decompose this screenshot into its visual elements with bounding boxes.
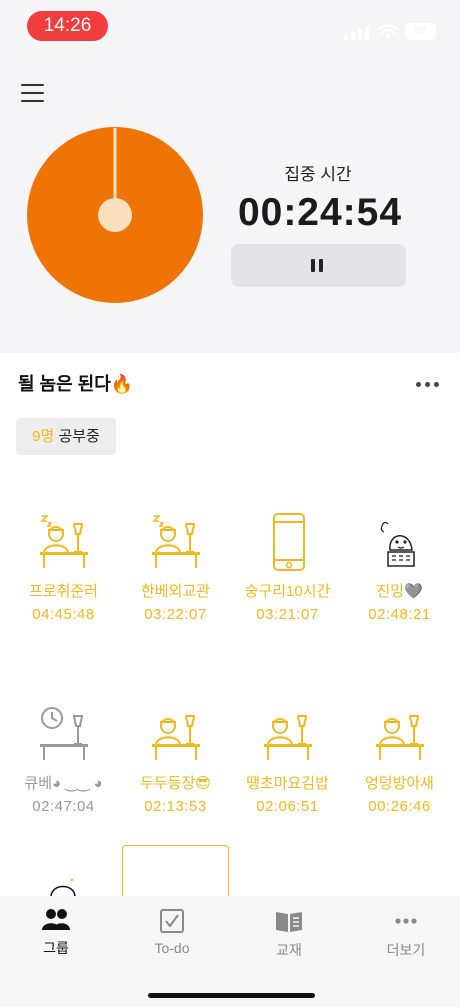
hamburger-menu-icon[interactable] bbox=[21, 84, 44, 102]
pause-button[interactable] bbox=[231, 244, 406, 287]
group-title: 될 놈은 된다🔥 bbox=[18, 374, 134, 394]
focus-time-label: 집중 시간 bbox=[284, 165, 352, 184]
member-card[interactable]: 땡초마요김밥 02:06:51 bbox=[230, 704, 345, 815]
cellular-signal-icon bbox=[344, 26, 370, 40]
tab-todo[interactable]: To-do bbox=[127, 908, 217, 956]
member-study-time: 04:45:48 bbox=[32, 606, 95, 623]
clock-desk-icon bbox=[6, 704, 121, 764]
tab-label: To-do bbox=[154, 940, 190, 956]
studying-desk-icon bbox=[118, 704, 233, 764]
battery-indicator: 57 bbox=[405, 23, 436, 40]
studying-desk-icon bbox=[342, 704, 457, 764]
focus-time-value: 00:24:54 bbox=[237, 191, 403, 234]
group-options-icon[interactable] bbox=[414, 380, 442, 390]
phone-icon bbox=[230, 512, 345, 572]
member-name: 프로취준러 bbox=[28, 583, 98, 600]
tab-label: 그룹 bbox=[43, 940, 69, 956]
timer-pie bbox=[27, 127, 203, 303]
tab-label: 교재 bbox=[276, 942, 302, 958]
book-icon bbox=[276, 912, 302, 932]
member-name: 진밍🩶 bbox=[376, 583, 423, 600]
tab-textbook[interactable]: 교재 bbox=[244, 908, 334, 960]
checkbox-icon bbox=[160, 909, 184, 933]
member-card[interactable]: 숭구리10시간 03:21:07 bbox=[230, 512, 345, 623]
studying-count-badge: 9명 공부중 bbox=[16, 418, 116, 455]
member-name: 한베외교관 bbox=[140, 583, 210, 600]
tab-label: 더보기 bbox=[386, 942, 426, 958]
member-study-time: 02:13:53 bbox=[144, 798, 207, 815]
member-study-time: 03:21:07 bbox=[256, 606, 319, 623]
member-name: 땡초마요김밥 bbox=[246, 775, 329, 792]
member-study-time: 02:48:21 bbox=[368, 606, 431, 623]
studying-label: 공부중 bbox=[58, 428, 100, 445]
member-card[interactable]: 프로취준러 04:45:48 bbox=[6, 512, 121, 623]
tab-more[interactable]: 더보기 bbox=[361, 908, 451, 960]
tab-group[interactable]: 그룹 bbox=[11, 908, 101, 958]
timer-section: 14:26 57 집중 시간 00:24:54 bbox=[0, 0, 460, 353]
pause-icon bbox=[311, 259, 315, 272]
member-card[interactable]: 한베외교관 03:22:07 bbox=[118, 512, 233, 623]
member-study-time: 03:22:07 bbox=[144, 606, 207, 623]
wifi-icon bbox=[377, 24, 399, 39]
studying-desk-icon bbox=[230, 704, 345, 764]
member-name: 엉덩방아새 bbox=[364, 775, 434, 792]
member-study-time: 02:47:04 bbox=[32, 798, 95, 815]
member-study-time: 00:26:46 bbox=[368, 798, 431, 815]
sleeping-desk-icon bbox=[118, 512, 233, 572]
member-card[interactable]: 엉덩방아새 00:26:46 bbox=[342, 704, 457, 815]
status-bar: 14:26 57 bbox=[0, 0, 460, 54]
custom-avatar-icon bbox=[342, 512, 457, 572]
member-card-partial[interactable] bbox=[122, 845, 229, 900]
member-name: 큐베◕ ‿‿ ◕ bbox=[24, 775, 103, 792]
member-card[interactable]: 진밍🩶 02:48:21 bbox=[342, 512, 457, 623]
member-name: 숭구리10시간 bbox=[244, 583, 331, 600]
member-study-time: 02:06:51 bbox=[256, 798, 319, 815]
status-time: 14:26 bbox=[27, 11, 108, 41]
member-card[interactable]: 두두등장😎 02:13:53 bbox=[118, 704, 233, 815]
member-avatar-partial bbox=[50, 878, 76, 897]
sleeping-desk-icon bbox=[6, 512, 121, 572]
member-name: 두두등장😎 bbox=[140, 775, 211, 792]
member-card[interactable]: 큐베◕ ‿‿ ◕ 02:47:04 bbox=[6, 704, 121, 815]
home-indicator bbox=[148, 993, 315, 998]
more-icon bbox=[395, 918, 417, 924]
studying-count: 9명 bbox=[32, 428, 55, 445]
tab-bar: 그룹 To-do 교재 더보기 bbox=[0, 896, 460, 1007]
group-icon bbox=[42, 909, 70, 930]
